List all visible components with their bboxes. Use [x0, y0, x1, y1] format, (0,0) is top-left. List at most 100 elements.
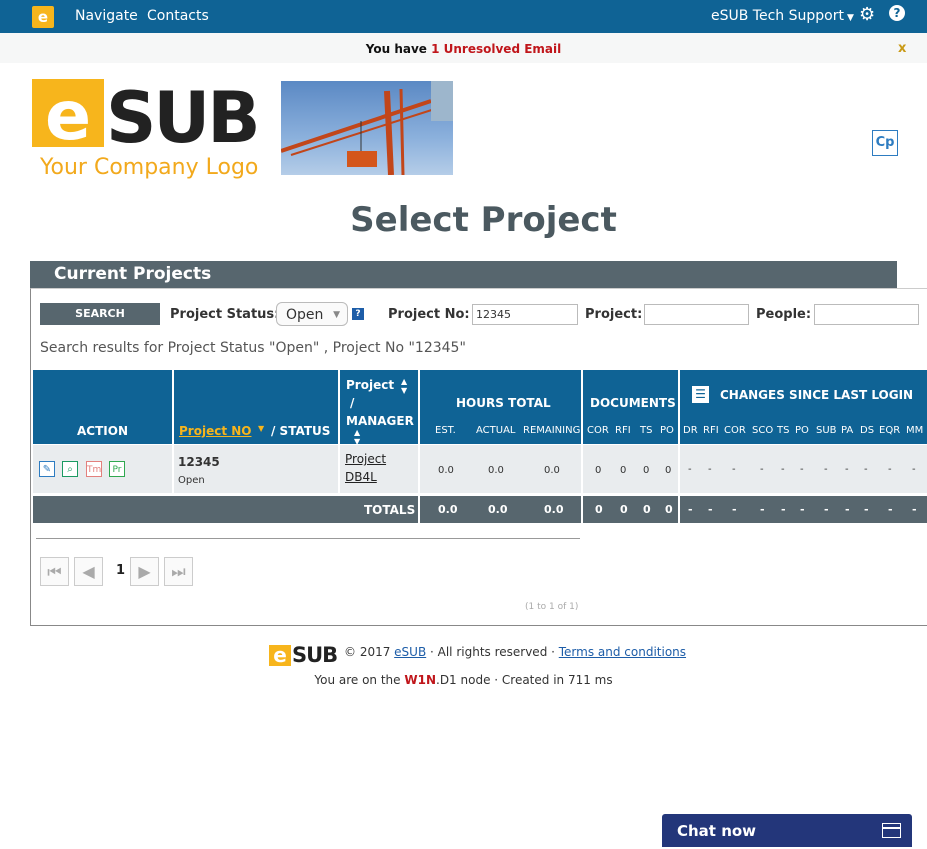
- totals-doc-po: 0: [665, 503, 673, 516]
- crane-image: [281, 81, 453, 175]
- pager-divider: [36, 538, 580, 539]
- rights-text: · All rights reserved ·: [426, 645, 559, 659]
- row-chg-dr: -: [688, 464, 692, 475]
- row-doc-po: 0: [665, 465, 672, 476]
- view-magnifier-icon[interactable]: ⌕: [62, 461, 78, 477]
- row-chg-rfi: -: [708, 464, 712, 475]
- user-menu[interactable]: eSUB Tech Support ▼: [711, 8, 854, 24]
- notice-prefix: You have: [365, 42, 432, 56]
- totals-label: TOTALS: [364, 503, 416, 517]
- project-name-link[interactable]: Project: [345, 452, 386, 466]
- row-doc-ts: 0: [643, 465, 650, 476]
- prev-page-icon[interactable]: ◀: [74, 557, 103, 586]
- column-chg-ts: TS: [777, 425, 790, 436]
- project-number: 12345: [178, 455, 220, 469]
- terms-link[interactable]: Terms and conditions: [559, 645, 686, 659]
- column-chg-eqr: EQR: [879, 425, 901, 436]
- cp-button[interactable]: Cp: [872, 130, 898, 156]
- sort-desc-icon[interactable]: ▼: [258, 424, 264, 433]
- totals-actual: 0.0: [488, 503, 508, 516]
- totals-chg-sub: -: [824, 503, 829, 516]
- people-input[interactable]: [814, 304, 919, 325]
- next-page-icon[interactable]: ▶: [130, 557, 159, 586]
- node-id: W1N: [404, 673, 436, 687]
- column-actual: ACTUAL: [476, 425, 516, 436]
- logo-tagline: Your Company Logo: [39, 155, 258, 180]
- column-doc-po: PO: [660, 425, 674, 436]
- close-notice-button[interactable]: x: [898, 33, 906, 65]
- column-chg-mm: MM: [906, 425, 924, 436]
- column-chg-cor: COR: [724, 425, 746, 436]
- footer-logo-sub: SUB: [292, 643, 338, 667]
- unresolved-email-link[interactable]: 1 Unresolved Email: [431, 42, 561, 56]
- current-projects-header: Current Projects: [30, 261, 897, 288]
- column-est: EST.: [435, 425, 456, 436]
- esub-link[interactable]: eSUB: [394, 645, 426, 659]
- list-icon[interactable]: ☰: [692, 386, 709, 403]
- row-chg-mm: -: [912, 464, 916, 475]
- column-doc-ts: TS: [640, 425, 653, 436]
- project-status-select[interactable]: Open ▼: [276, 302, 348, 326]
- search-button[interactable]: SEARCH: [40, 303, 160, 325]
- project-name-link[interactable]: DB4L: [345, 470, 377, 484]
- project-label: Project:: [585, 307, 643, 322]
- project-icon[interactable]: Pr: [109, 461, 125, 477]
- row-chg-eqr: -: [888, 464, 892, 475]
- footer-node-info: You are on the W1N.D1 node · Created in …: [0, 673, 927, 687]
- project-status-label: Project Status:: [170, 307, 280, 322]
- totals-est: 0.0: [438, 503, 458, 516]
- pager-range: (1 to 1 of 1): [525, 602, 579, 612]
- sort-project-no-link[interactable]: Project NO: [179, 424, 251, 438]
- chat-now-button[interactable]: Chat now: [662, 814, 912, 847]
- totals-doc-rfi: 0: [620, 503, 628, 516]
- totals-doc-cor: 0: [595, 503, 603, 516]
- column-documents: DOCUMENTS: [590, 396, 676, 410]
- esub-app-icon[interactable]: e: [32, 6, 54, 28]
- help-icon[interactable]: ?: [889, 5, 905, 21]
- row-chg-ds: -: [864, 464, 868, 475]
- navigate-menu[interactable]: Navigate: [75, 8, 138, 24]
- gear-icon[interactable]: ⚙: [859, 4, 875, 25]
- help-icon[interactable]: ?: [352, 308, 364, 320]
- totals-chg-ds: -: [864, 503, 869, 516]
- timecard-icon[interactable]: Tm: [86, 461, 102, 477]
- totals-chg-rfi: -: [708, 503, 713, 516]
- row-chg-sco: -: [760, 464, 764, 475]
- column-status: / STATUS: [271, 424, 331, 438]
- row-est: 0.0: [438, 465, 454, 476]
- sort-icon[interactable]: ▲ ▼: [354, 428, 360, 446]
- row-chg-ts: -: [781, 464, 785, 475]
- column-action: ACTION: [77, 424, 128, 438]
- column-chg-ds: DS: [860, 425, 875, 436]
- row-actual: 0.0: [488, 465, 504, 476]
- page-title: Select Project: [350, 200, 617, 240]
- column-doc-rfi: RFI: [615, 425, 631, 436]
- totals-chg-po: -: [800, 503, 805, 516]
- project-input[interactable]: [644, 304, 749, 325]
- sort-icon[interactable]: ▲ ▼: [401, 377, 407, 395]
- project-no-input[interactable]: 12345: [472, 304, 578, 325]
- last-page-icon[interactable]: ⏭: [164, 557, 193, 586]
- edit-pencil-icon[interactable]: ✎: [39, 461, 55, 477]
- unresolved-email-notice: You have 1 Unresolved Email x: [0, 33, 927, 63]
- user-name: eSUB Tech Support: [711, 8, 844, 24]
- column-manager: MANAGER: [346, 414, 414, 428]
- company-logo: e SUB Your Company Logo: [32, 77, 280, 183]
- logo-e: e: [45, 79, 91, 156]
- row-chg-pa: -: [845, 464, 849, 475]
- footer-logo-e: e: [269, 645, 291, 666]
- column-chg-pa: PA: [841, 425, 854, 436]
- row-doc-cor: 0: [595, 465, 602, 476]
- column-changes: CHANGES SINCE LAST LOGIN: [720, 388, 914, 402]
- contacts-menu[interactable]: Contacts: [147, 8, 209, 24]
- logo-sub: SUB: [106, 79, 258, 159]
- totals-chg-mm: -: [912, 503, 917, 516]
- column-doc-cor: COR: [587, 425, 609, 436]
- current-page: 1: [116, 563, 126, 578]
- project-no-label: Project No:: [388, 307, 470, 322]
- column-slash: /: [350, 396, 355, 410]
- totals-doc-ts: 0: [643, 503, 651, 516]
- first-page-icon[interactable]: ⏮: [40, 557, 69, 586]
- esub-footer-logo: e SUB: [269, 643, 339, 667]
- sort-project-link[interactable]: Project: [346, 378, 394, 392]
